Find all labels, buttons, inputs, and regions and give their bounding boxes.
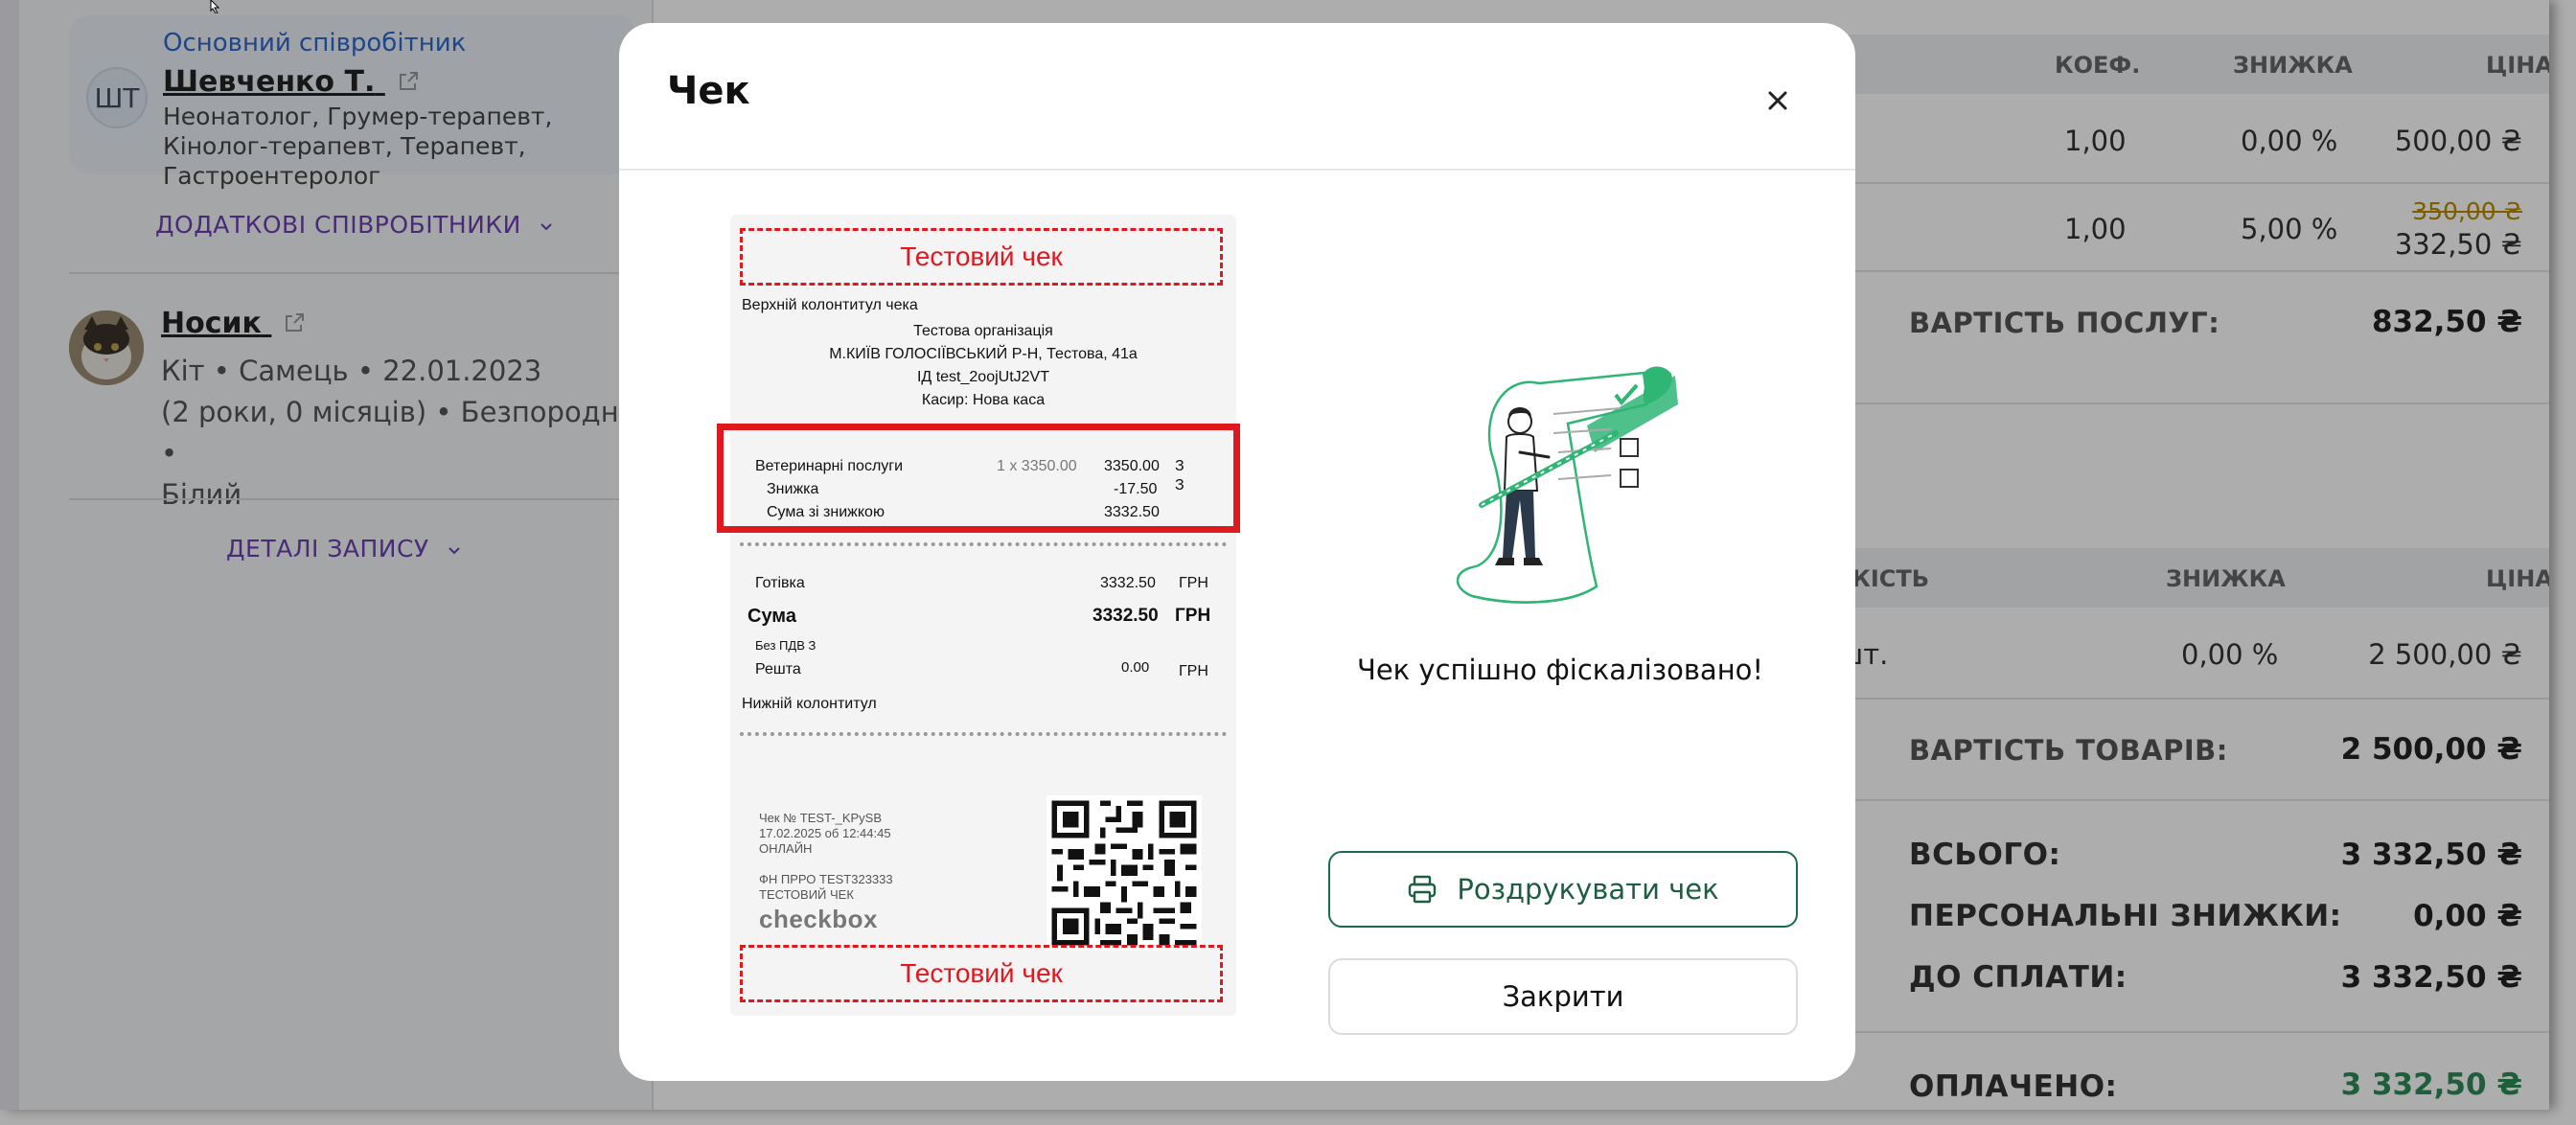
close-button[interactable]: [1754, 77, 1802, 125]
receipt-modal: Чек Тестовий чек Верхній колонтитул чека…: [619, 23, 1855, 1081]
receipt-org: Тестова організація: [913, 323, 1053, 339]
receipt-sum-value: 3332.50: [1092, 606, 1159, 626]
receipt-cashier: Касир: Нова каса: [921, 392, 1046, 408]
receipt-sum-label: Сума: [748, 606, 796, 627]
receipt-preview: Тестовий чек Верхній колонтитул чека Тес…: [717, 215, 1240, 1016]
receipt-test-check: ТЕСТОВИЙ ЧЕК: [759, 887, 854, 902]
receipt-currency: ГРН: [1179, 575, 1208, 591]
receipt-separator: [740, 732, 1227, 736]
close-modal-label[interactable]: Закрити: [1503, 980, 1624, 1013]
receipt-sum-currency: ГРН: [1175, 606, 1211, 626]
receipt-cash-value: 3332.50: [1100, 575, 1156, 591]
checkbox-logo: checkbox: [759, 905, 878, 933]
modal-divider: [619, 169, 1855, 171]
receipt-vat: Без ПДВ З: [755, 638, 816, 653]
mouse-cursor-icon: [210, 0, 220, 13]
receipt-fn: ФН ПРРО TEST323333: [759, 872, 893, 886]
receipt-change-label: Решта: [755, 661, 801, 677]
print-receipt-button[interactable]: Роздрукувати чек: [1328, 851, 1798, 928]
receipt-change-value: 0.00: [1121, 659, 1150, 676]
highlight-box: [717, 424, 1240, 533]
receipt-mode: ОНЛАЙН: [759, 841, 813, 856]
print-receipt-label[interactable]: Роздрукувати чек: [1457, 873, 1718, 906]
receipt-currency: ГРН: [1179, 663, 1208, 679]
receipt-check-no: Чек № TEST-_KPySB: [759, 811, 883, 825]
test-receipt-banner: Тестовий чек: [740, 228, 1223, 286]
test-receipt-banner: Тестовий чек: [740, 945, 1223, 1002]
receipt-cash-label: Готівка: [755, 575, 805, 591]
receipt-footer-label: Нижній колонтитул: [742, 696, 877, 712]
receipt-header-label: Верхній колонтитул чека: [742, 297, 918, 313]
qr-code-icon: [1046, 795, 1202, 951]
close-icon[interactable]: [1767, 90, 1788, 111]
modal-title: Чек: [667, 69, 750, 113]
receipt-success-illustration: [1456, 366, 1678, 604]
receipt-id: ІД test_2oojUtJ2VT: [916, 369, 1049, 385]
receipt-separator: [740, 542, 1227, 546]
receipt-datetime: 17.02.2025 об 12:44:45: [759, 826, 891, 840]
receipt-address: М.КИЇВ ГОЛОСІЇВСЬКИЙ Р-Н, Тестова, 41а: [829, 346, 1138, 362]
success-message: Чек успішно фіскалізовано!: [1356, 654, 1764, 686]
printer-icon: [1409, 875, 1437, 904]
close-modal-button[interactable]: Закрити: [1328, 958, 1798, 1035]
